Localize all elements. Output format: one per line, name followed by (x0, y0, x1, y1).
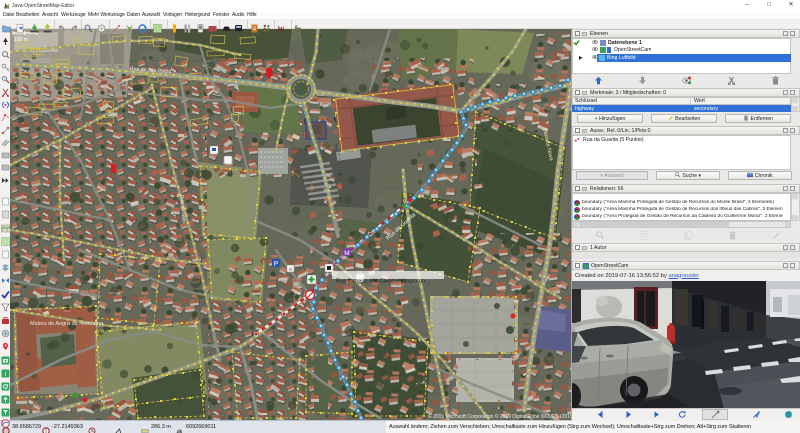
svg-text:P: P (274, 261, 279, 268)
svg-text:Rua Carreira dos Cavalos (Angr: Rua Carreira dos Cavalos (Angra do ... (336, 279, 432, 285)
svg-text:M: M (344, 250, 349, 257)
svg-text:W: W (278, 25, 285, 33)
svg-text:Museu de Angra do Heroísmo: Museu de Angra do Heroísmo (30, 321, 103, 327)
svg-text:© 2019 Microsoft Corporation ©: © 2019 Microsoft Corporation © 2019 Digi… (428, 413, 571, 420)
svg-text:100 m: 100 m (14, 37, 28, 43)
svg-text:i: i (4, 371, 6, 378)
